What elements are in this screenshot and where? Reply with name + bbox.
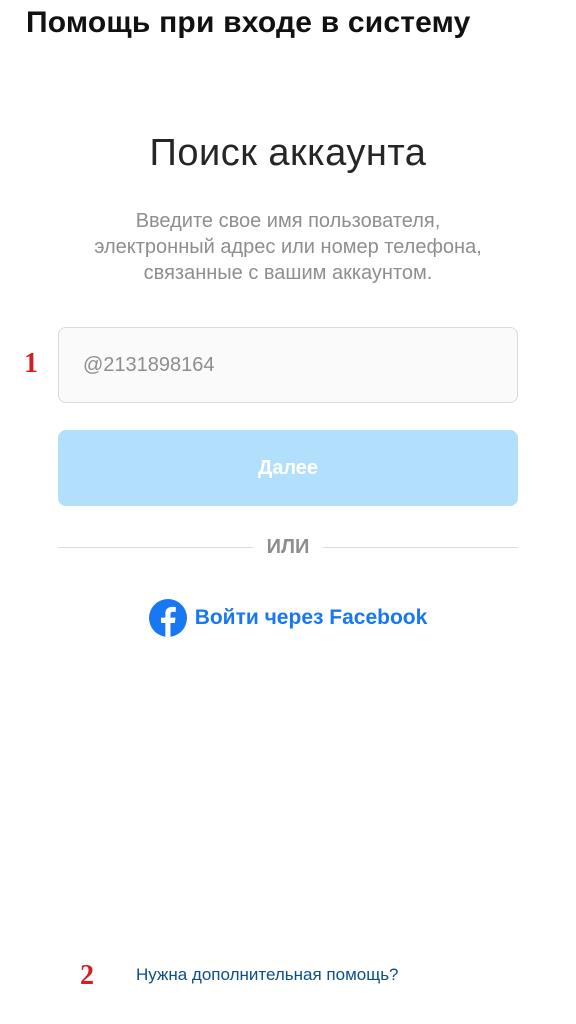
- page-title: Поиск аккаунта: [149, 132, 427, 174]
- facebook-icon: [148, 599, 187, 637]
- instruction-line-3: связанные с вашим аккаунтом.: [143, 262, 433, 284]
- instruction-line-1: Введите свое имя пользователя,: [135, 210, 441, 232]
- divider-line-right: [323, 546, 519, 548]
- instruction-line-2: электронный адрес или номер телефона,: [94, 236, 482, 258]
- instruction-text: Введите свое имя пользователя, электронн…: [40, 208, 536, 286]
- annotation-marker-1: 1: [24, 348, 38, 379]
- annotation-marker-2: 2: [80, 960, 94, 991]
- facebook-login-label: Войти через Facebook: [194, 606, 428, 629]
- page-header: Помощь при входе в систему: [26, 6, 471, 39]
- next-button[interactable]: Далее: [58, 430, 518, 506]
- need-more-help-link[interactable]: Нужна дополнительная помощь?: [136, 965, 399, 985]
- divider-label: ИЛИ: [266, 535, 310, 558]
- username-input[interactable]: [58, 327, 518, 403]
- facebook-login-button[interactable]: Войти через Facebook: [0, 596, 576, 640]
- or-divider: ИЛИ: [58, 532, 519, 562]
- divider-line-left: [58, 546, 253, 548]
